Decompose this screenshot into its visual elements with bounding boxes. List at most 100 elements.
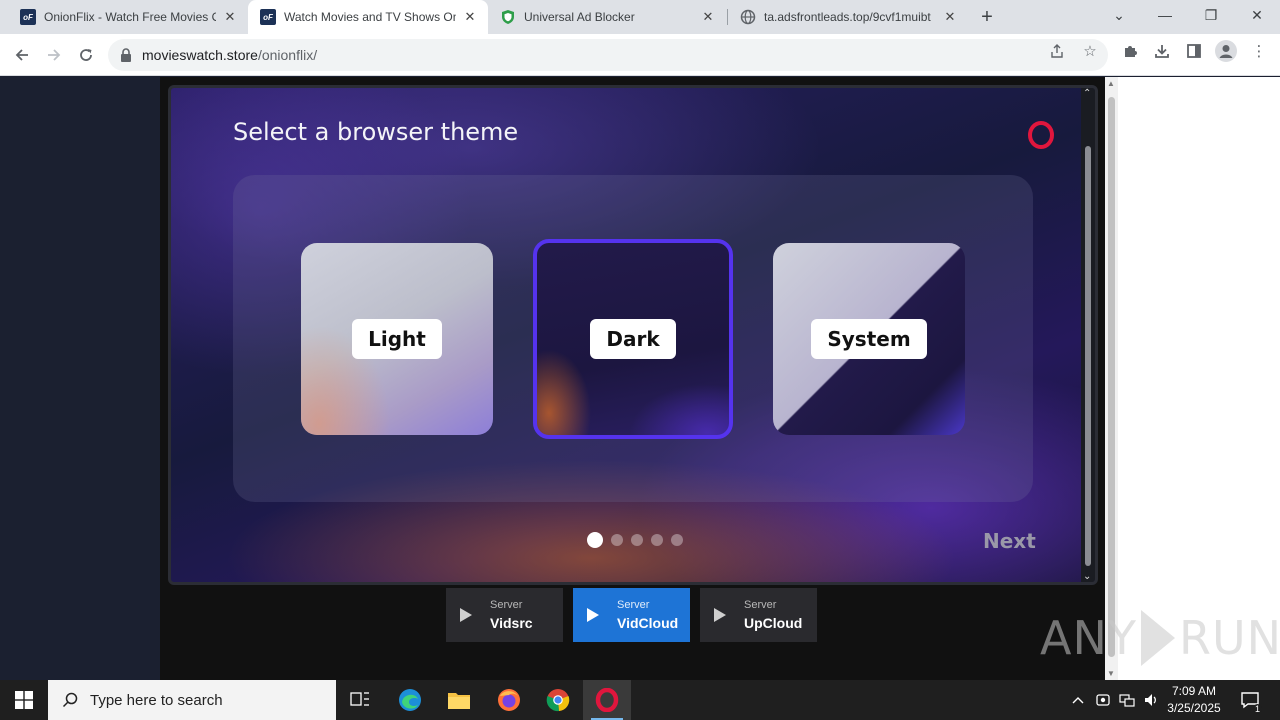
taskbar-search-input[interactable]: Type here to search xyxy=(48,680,336,720)
dialog-title: Select a browser theme xyxy=(233,118,519,146)
theme-option-system[interactable]: System xyxy=(773,243,965,435)
watermark-text-left: ANY xyxy=(1040,611,1137,665)
search-placeholder: Type here to search xyxy=(90,691,223,709)
tab-title: Universal Ad Blocker xyxy=(524,10,635,24)
tab-adsfrontleads[interactable]: ta.adsfrontleads.top/9cvf1muibt ✕ xyxy=(728,0,968,34)
forward-arrow-icon[interactable] xyxy=(42,43,66,67)
next-button[interactable]: Next xyxy=(983,529,1036,553)
opera-icon[interactable] xyxy=(583,680,631,720)
notification-center-icon[interactable]: 1 xyxy=(1236,680,1264,720)
minimize-icon[interactable]: — xyxy=(1142,0,1188,30)
theme-label-system: System xyxy=(811,319,927,359)
edge-browser-icon[interactable] xyxy=(386,680,434,720)
play-icon xyxy=(714,608,726,622)
pagination-dot[interactable] xyxy=(671,534,683,546)
firefox-icon[interactable] xyxy=(485,680,533,720)
tab-strip: oF OnionFlix - Watch Free Movies Online … xyxy=(0,0,1280,34)
download-icon[interactable] xyxy=(1153,42,1171,60)
scroll-down-arrow-icon[interactable]: ⌄ xyxy=(1083,571,1091,582)
server-name: VidCloud xyxy=(617,615,679,631)
server-caption: Server xyxy=(617,599,650,611)
notification-count-badge: 1 xyxy=(1252,704,1262,714)
bookmark-star-icon[interactable]: ☆ xyxy=(1081,42,1099,60)
restore-icon[interactable]: ❐ xyxy=(1188,0,1234,30)
windows-start-icon[interactable] xyxy=(0,680,48,720)
address-bar[interactable]: movieswatch.store/onionflix/ xyxy=(108,39,1108,71)
pagination-dot[interactable] xyxy=(631,534,643,546)
extensions-puzzle-icon[interactable] xyxy=(1121,42,1139,60)
scroll-down-arrow-icon[interactable]: ▼ xyxy=(1107,669,1115,678)
server-button-vidcloud[interactable]: Server VidCloud xyxy=(573,588,690,642)
file-explorer-icon[interactable] xyxy=(435,680,483,720)
page-right-area xyxy=(1118,77,1280,680)
lock-icon[interactable] xyxy=(120,48,132,62)
theme-label-dark: Dark xyxy=(590,319,676,359)
back-arrow-icon[interactable] xyxy=(10,43,34,67)
server-name: UpCloud xyxy=(744,615,803,631)
share-icon[interactable] xyxy=(1048,42,1066,60)
new-tab-plus-icon[interactable]: + xyxy=(976,6,998,28)
pagination-dot[interactable] xyxy=(587,532,603,548)
theme-option-light[interactable]: Light xyxy=(301,243,493,435)
tab-watch-movies[interactable]: oF Watch Movies and TV Shows Online ✕ xyxy=(248,0,488,34)
scroll-up-arrow-icon[interactable]: ▲ xyxy=(1107,79,1115,88)
server-caption: Server xyxy=(490,599,523,611)
close-window-icon[interactable]: ✕ xyxy=(1234,0,1280,30)
theme-label-light: Light xyxy=(352,319,442,359)
tab-search-chevron-icon[interactable]: ⌄ xyxy=(1096,0,1142,30)
theme-option-dark[interactable]: Dark xyxy=(533,239,733,439)
server-button-upcloud[interactable]: Server UpCloud xyxy=(700,588,817,642)
url-domain: movieswatch.store xyxy=(142,47,258,63)
clock-time: 7:09 AM xyxy=(1171,684,1217,698)
page-scrollbar[interactable]: ▲ ▼ xyxy=(1105,77,1118,680)
scrollbar-thumb[interactable] xyxy=(1108,97,1115,657)
tab-title: ta.adsfrontleads.top/9cvf1muibt xyxy=(764,10,931,24)
tab-close-icon[interactable]: ✕ xyxy=(462,9,478,25)
web-page: Select a browser theme Light Dark System… xyxy=(0,77,1280,680)
clock-date: 3/25/2025 xyxy=(1167,701,1221,715)
tab-close-icon[interactable]: ✕ xyxy=(700,9,716,25)
reload-icon[interactable] xyxy=(74,43,98,67)
pagination-dots xyxy=(587,532,683,548)
shield-icon xyxy=(500,9,516,25)
onionflix-favicon-icon: oF xyxy=(20,9,36,25)
side-panel-icon[interactable] xyxy=(1185,42,1203,60)
watermark-play-icon xyxy=(1140,610,1175,666)
opera-theme-dialog: Select a browser theme Light Dark System… xyxy=(168,85,1098,585)
pagination-dot[interactable] xyxy=(651,534,663,546)
security-tray-icon[interactable] xyxy=(1092,680,1114,720)
network-icon[interactable] xyxy=(1116,680,1138,720)
opera-logo-icon xyxy=(1028,121,1054,149)
tab-title: Watch Movies and TV Shows Online xyxy=(284,10,456,24)
url-path: /onionflix/ xyxy=(257,47,318,63)
onionflix-favicon-icon: oF xyxy=(260,9,276,25)
volume-icon[interactable] xyxy=(1140,680,1162,720)
browser-toolbar: movieswatch.store/onionflix/ ☆ ⋮ xyxy=(0,34,1280,76)
dialog-scrollbar[interactable]: ⌃ ⌄ xyxy=(1081,88,1095,582)
tab-onionflix[interactable]: oF OnionFlix - Watch Free Movies Online … xyxy=(8,0,248,34)
pagination-dot[interactable] xyxy=(611,534,623,546)
system-clock[interactable]: 7:09 AM 3/25/2025 xyxy=(1160,683,1228,717)
task-view-icon[interactable] xyxy=(336,680,384,720)
server-button-vidsrc[interactable]: Server Vidsrc xyxy=(446,588,563,642)
globe-icon xyxy=(740,9,756,25)
server-selector: Server Vidsrc Server VidCloud Server UpClou… xyxy=(446,588,817,642)
play-icon xyxy=(587,608,599,622)
play-icon xyxy=(460,608,472,622)
tab-close-icon[interactable]: ✕ xyxy=(942,9,958,25)
watermark-text-right: RUN xyxy=(1178,611,1280,665)
tab-ad-blocker[interactable]: Universal Ad Blocker ✕ xyxy=(488,0,726,34)
windows-taskbar: Type here to search 7:09 AM 3/25/2025 1 xyxy=(0,680,1280,720)
server-caption: Server xyxy=(744,599,777,611)
show-hidden-icons-chevron-icon[interactable] xyxy=(1068,680,1088,720)
search-icon xyxy=(62,692,78,708)
server-name: Vidsrc xyxy=(490,615,533,631)
tab-title: OnionFlix - Watch Free Movies Online xyxy=(44,10,216,24)
profile-avatar-icon[interactable] xyxy=(1215,40,1237,62)
menu-kebab-icon[interactable]: ⋮ xyxy=(1250,42,1268,60)
tab-close-icon[interactable]: ✕ xyxy=(222,9,238,25)
scroll-up-arrow-icon[interactable]: ⌃ xyxy=(1083,88,1091,99)
chrome-icon[interactable] xyxy=(534,680,582,720)
theme-options-panel: Light Dark System xyxy=(233,175,1033,502)
scrollbar-thumb[interactable] xyxy=(1085,146,1091,566)
